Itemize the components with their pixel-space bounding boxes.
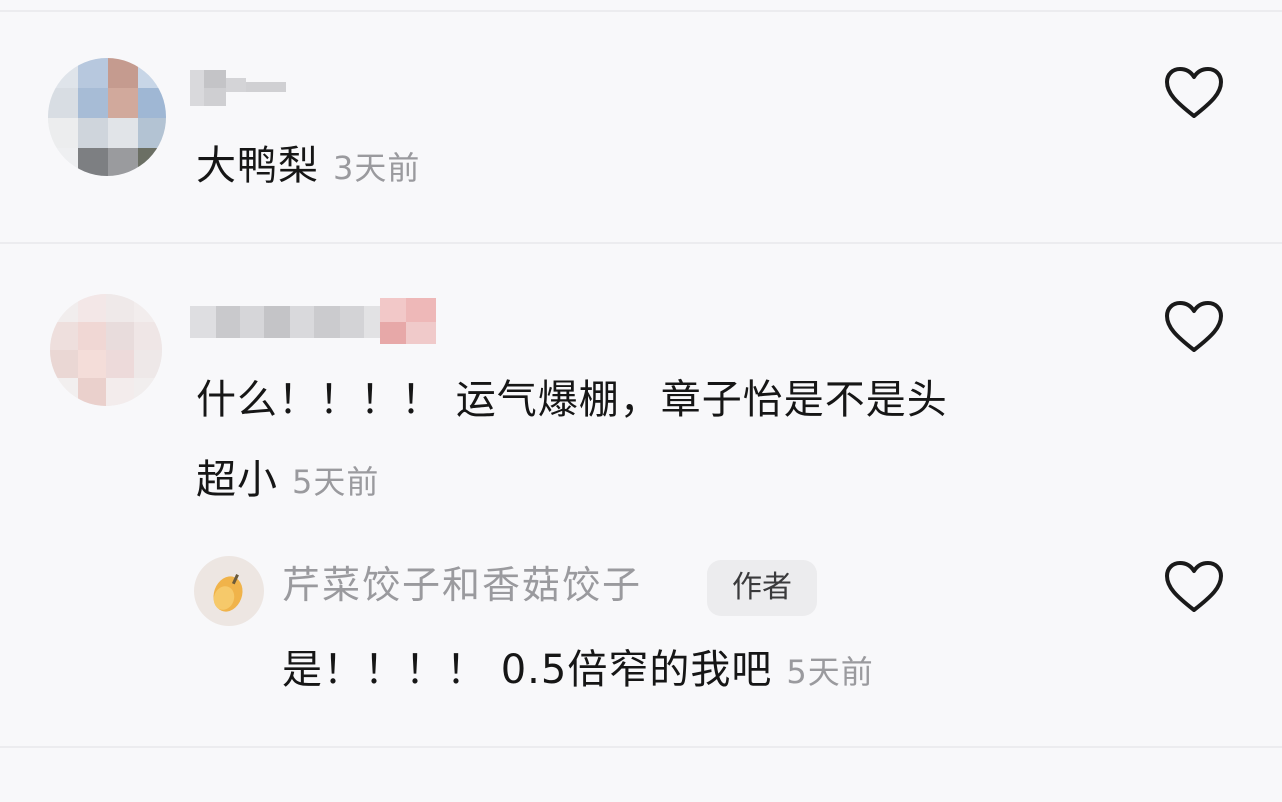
- comment-text: 大鸭梨: [196, 143, 319, 189]
- comment-body-line-2: 超小 5天前: [196, 460, 379, 500]
- comment-time: 5天前: [292, 463, 380, 501]
- username-blurred[interactable]: [190, 296, 440, 348]
- comment-text: 什么！！！！ 运气爆棚，章子怡是不是头: [196, 377, 948, 423]
- like-heart-icon[interactable]: [1164, 560, 1224, 614]
- divider: [0, 242, 1282, 244]
- reply-body: 是！！！！ 0.5倍窄的我吧 5天前: [282, 650, 874, 690]
- username-blurred[interactable]: [190, 64, 286, 108]
- pixelated-username: [190, 70, 286, 106]
- avatar[interactable]: [50, 294, 162, 406]
- avatar-image: [48, 58, 166, 176]
- reply-avatar[interactable]: [194, 556, 264, 626]
- author-badge: 作者: [707, 560, 817, 616]
- divider: [0, 746, 1282, 748]
- avatar-image: [50, 294, 162, 406]
- reply-time: 5天前: [786, 653, 874, 691]
- reply-username[interactable]: 芹菜饺子和香菇饺子: [282, 566, 642, 604]
- like-heart-icon[interactable]: [1164, 66, 1224, 120]
- comment-text: 超小: [196, 457, 278, 503]
- avatar-image: [194, 556, 264, 626]
- comment-body: 大鸭梨 3天前: [196, 146, 420, 186]
- pixelated-username: [190, 298, 436, 344]
- reply-text: 是！！！！ 0.5倍窄的我吧: [282, 647, 773, 693]
- divider: [0, 10, 1282, 12]
- comment-body-line-1: 什么！！！！ 运气爆棚，章子怡是不是头: [196, 380, 948, 420]
- like-heart-icon[interactable]: [1164, 300, 1224, 354]
- comment-time: 3天前: [333, 149, 421, 187]
- avatar[interactable]: [48, 58, 166, 176]
- comment-list: 大鸭梨 3天前 什么！！！！ 运气爆棚，章子怡是不是头 超小 5天前 芹菜饺子和…: [0, 0, 1282, 802]
